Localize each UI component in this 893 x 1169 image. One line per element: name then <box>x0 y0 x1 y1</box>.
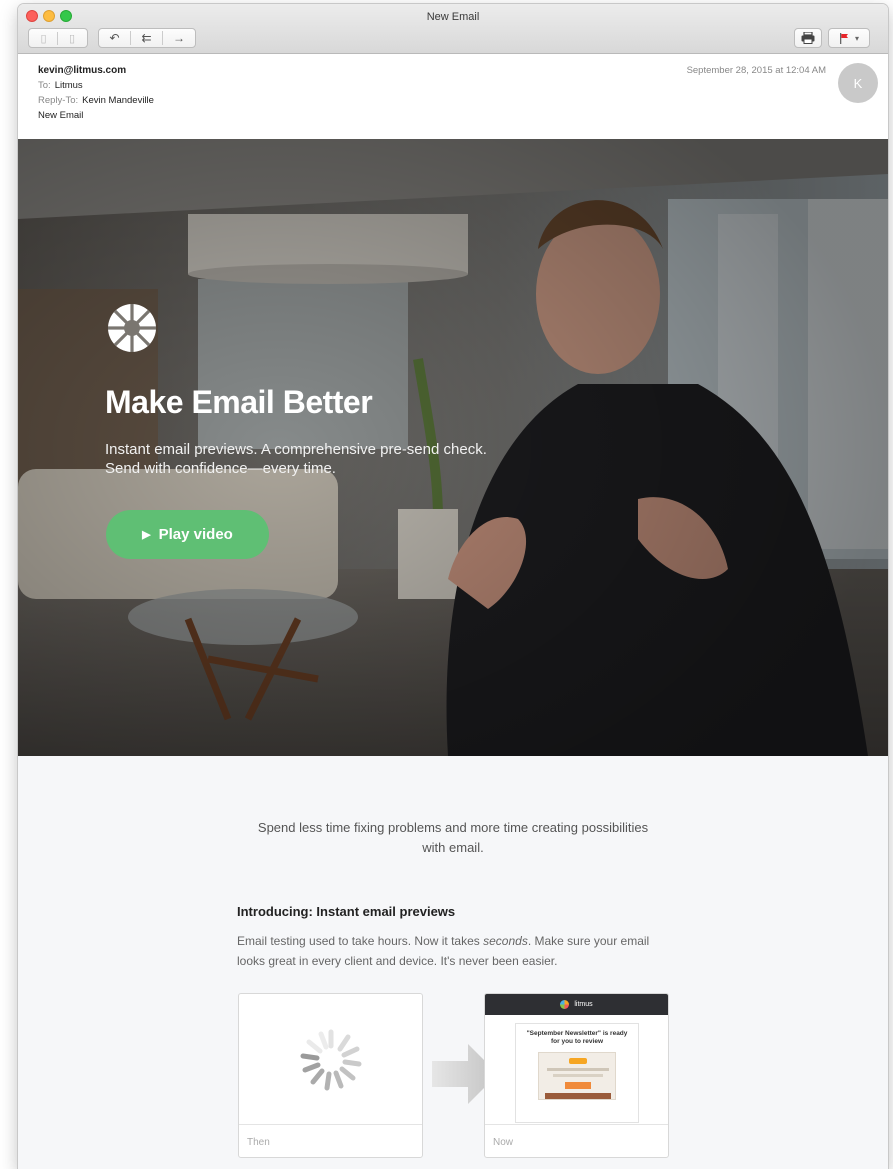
flag-button[interactable]: ▾ <box>828 28 870 48</box>
intro-text-emphasis: seconds <box>483 934 528 948</box>
mini-app-header: litmus <box>485 994 668 1015</box>
reply-to-label: Reply-To: <box>38 95 79 106</box>
hero-subtitle: Instant email previews. A comprehensive … <box>105 441 487 477</box>
chevron-down-icon: ▾ <box>854 33 859 43</box>
mini-email-preview: "September Newsletter" is ready for you … <box>515 1023 639 1123</box>
junk-delete-group: ▯ ▯ <box>28 28 88 48</box>
flag-icon <box>839 32 848 44</box>
mini-preview-graphic <box>538 1052 616 1100</box>
litmus-mini-logo-icon <box>560 1000 570 1009</box>
loading-spinner-icon <box>300 1029 362 1091</box>
to-recipient[interactable]: Litmus <box>55 80 83 91</box>
play-video-button[interactable]: ▶ Play video <box>106 510 269 559</box>
email-body: Spend less time fixing problems and more… <box>18 756 888 1169</box>
mini-headline: "September Newsletter" is ready for you … <box>526 1030 628 1045</box>
litmus-logo-icon <box>108 304 156 352</box>
now-label: Now <box>485 1124 668 1157</box>
to-label: To: <box>38 80 51 91</box>
mail-window: New Email ▯ ▯ ↶ ⇇ → ▾ kevin@litmus.com T… <box>18 4 888 1169</box>
window-title: New Email <box>426 11 480 23</box>
reply-group: ↶ ⇇ → <box>98 28 196 48</box>
intro-paragraph: Email testing used to take hours. Now it… <box>237 931 677 971</box>
then-card: Then <box>238 993 423 1158</box>
intro-heading: Introducing: Instant email previews <box>237 904 456 919</box>
intro-text-part-1: Email testing used to take hours. Now it… <box>237 934 484 948</box>
mini-brand: litmus <box>574 1001 593 1008</box>
then-label: Then <box>239 1124 422 1157</box>
reply-all-icon[interactable]: ⇇ <box>131 31 163 45</box>
junk-icon[interactable]: ▯ <box>58 32 86 45</box>
hero-banner[interactable]: Make Email Better Instant email previews… <box>18 139 888 756</box>
title-bar: New Email ▯ ▯ ↶ ⇇ → ▾ <box>18 4 888 54</box>
to-line: To: Litmus <box>38 80 83 91</box>
sender-address[interactable]: kevin@litmus.com <box>38 65 126 76</box>
print-button[interactable] <box>794 28 822 48</box>
lead-paragraph: Spend less time fixing problems and more… <box>257 820 649 855</box>
reply-icon[interactable]: ↶ <box>99 31 131 45</box>
subject-line: New Email <box>38 110 84 121</box>
hero-title: Make Email Better <box>105 384 373 420</box>
email-header: kevin@litmus.com To: Litmus Reply-To: Kevi… <box>18 55 888 140</box>
avatar: K <box>838 63 878 103</box>
forward-icon[interactable]: → <box>163 31 195 45</box>
trash-icon[interactable]: ▯ <box>30 31 58 45</box>
play-video-label: Play video <box>158 526 233 543</box>
reply-to-line: Reply-To: Kevin Mandeville <box>38 95 154 106</box>
now-card: litmus "September Newsletter" is ready f… <box>484 993 669 1158</box>
email-date: September 28, 2015 at 12:04 AM <box>686 65 826 76</box>
reply-to-recipient[interactable]: Kevin Mandeville <box>82 95 154 106</box>
printer-icon <box>801 32 815 44</box>
play-icon: ▶ <box>142 529 151 541</box>
